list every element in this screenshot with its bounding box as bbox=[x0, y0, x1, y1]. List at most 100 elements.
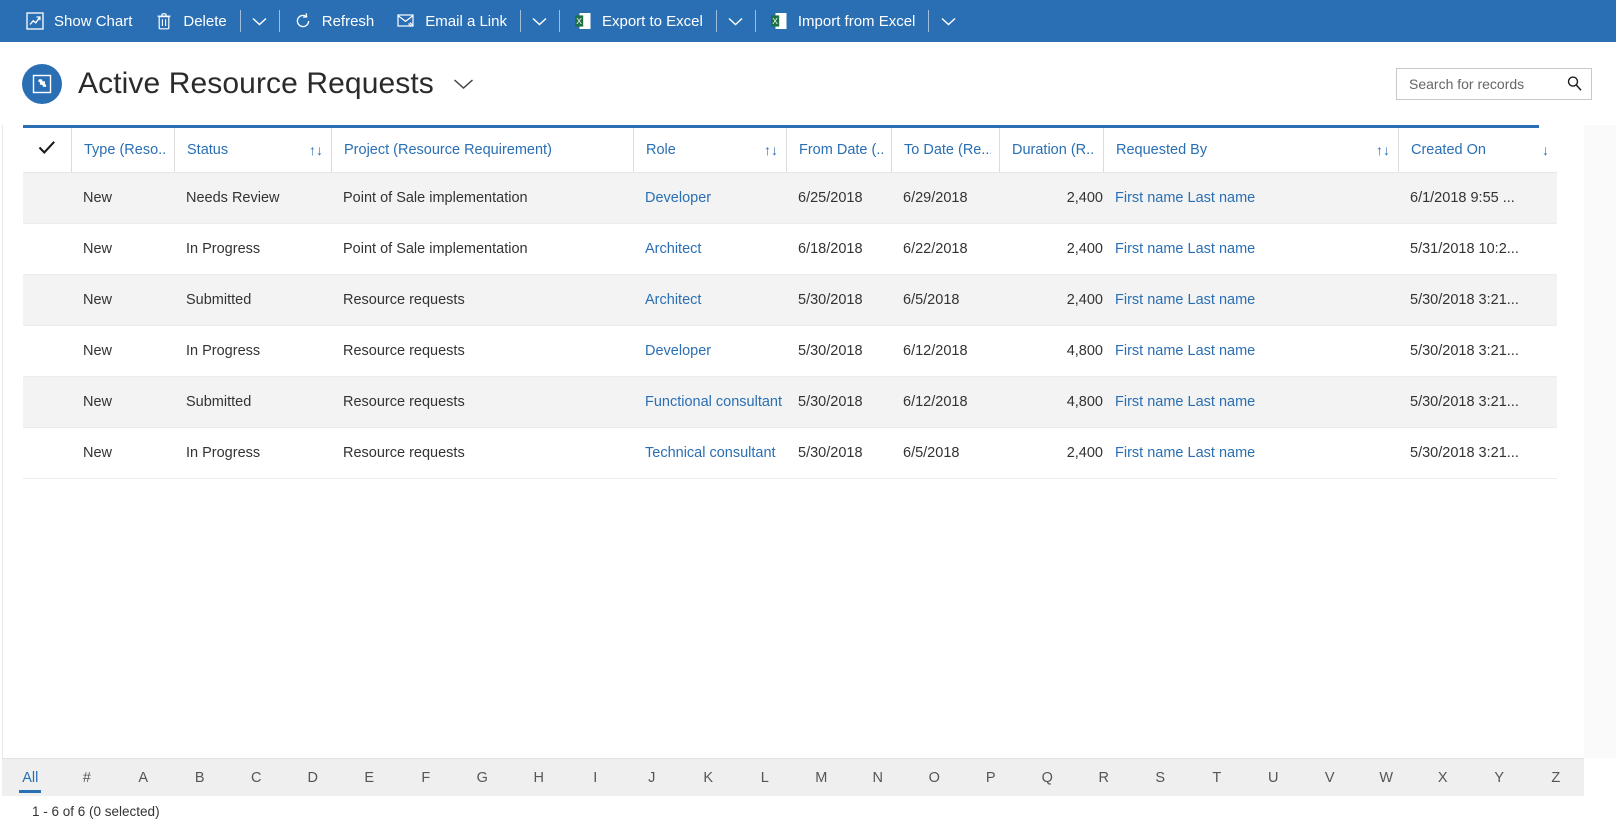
alpha-filter-j[interactable]: J bbox=[624, 768, 681, 788]
alpha-filter-s[interactable]: S bbox=[1132, 768, 1189, 788]
column-header-to-date-re[interactable]: To Date (Re... bbox=[891, 128, 999, 173]
alpha-filter-u[interactable]: U bbox=[1245, 768, 1302, 788]
table-row[interactable]: NewIn ProgressResource requestsTechnical… bbox=[23, 428, 1557, 479]
excel-import-icon: X bbox=[769, 11, 789, 31]
table-row[interactable]: NewIn ProgressResource requestsDeveloper… bbox=[23, 326, 1557, 377]
column-header-role[interactable]: Role↑↓ bbox=[633, 128, 786, 173]
sort-toggle-icon[interactable]: ↑↓ bbox=[758, 143, 778, 157]
alpha-filter-x[interactable]: X bbox=[1415, 768, 1472, 788]
refresh-icon bbox=[293, 11, 313, 31]
alpha-filter-c[interactable]: C bbox=[228, 768, 285, 788]
import-from-excel-more-caret[interactable] bbox=[931, 0, 965, 42]
alpha-filter-o[interactable]: O bbox=[906, 768, 963, 788]
role-link[interactable]: Architect bbox=[645, 241, 701, 257]
alpha-filter-l[interactable]: L bbox=[737, 768, 794, 788]
column-header-from-date[interactable]: From Date (... bbox=[786, 128, 891, 173]
alpha-filter-all[interactable]: All bbox=[2, 768, 59, 788]
refresh-button[interactable]: Refresh bbox=[282, 0, 386, 42]
column-header-created-on[interactable]: Created On ↓ bbox=[1398, 128, 1557, 173]
alpha-filter-f[interactable]: F bbox=[398, 768, 455, 788]
cell-duration: 2,400 bbox=[999, 224, 1103, 275]
sort-toggle-icon[interactable]: ↑↓ bbox=[303, 143, 323, 157]
alpha-filter-y[interactable]: Y bbox=[1471, 768, 1528, 788]
role-link[interactable]: Developer bbox=[645, 190, 711, 206]
cell-role: Developer bbox=[633, 173, 786, 224]
search-icon[interactable] bbox=[1566, 75, 1583, 92]
alpha-filter-e[interactable]: E bbox=[341, 768, 398, 788]
alpha-filter-t[interactable]: T bbox=[1189, 768, 1246, 788]
row-select-cell[interactable] bbox=[23, 275, 71, 326]
select-all-header[interactable] bbox=[23, 128, 71, 173]
cell-type: New bbox=[71, 428, 174, 479]
row-select-cell[interactable] bbox=[23, 173, 71, 224]
requested-by-link[interactable]: First name Last name bbox=[1115, 190, 1255, 206]
export-to-excel-button[interactable]: X Export to Excel bbox=[562, 0, 714, 42]
alpha-filter-r[interactable]: R bbox=[1076, 768, 1133, 788]
alpha-filter-label: I bbox=[593, 770, 597, 786]
role-link[interactable]: Developer bbox=[645, 343, 711, 359]
column-header-project-resource-requirement[interactable]: Project (Resource Requirement) bbox=[331, 128, 633, 173]
column-header-duration-r[interactable]: Duration (R... bbox=[999, 128, 1103, 173]
cell-requested-by: First name Last name bbox=[1103, 326, 1398, 377]
command-separator bbox=[279, 10, 280, 32]
cell-to-date: 6/5/2018 bbox=[891, 428, 999, 479]
table-row[interactable]: NewIn ProgressPoint of Sale implementati… bbox=[23, 224, 1557, 275]
search-box[interactable] bbox=[1396, 68, 1592, 100]
table-row[interactable]: NewSubmittedResource requestsFunctional … bbox=[23, 377, 1557, 428]
column-header-label: Created On bbox=[1411, 142, 1486, 158]
column-header-type-reso[interactable]: Type (Reso... bbox=[71, 128, 174, 173]
alpha-filter-m[interactable]: M bbox=[793, 768, 850, 788]
alpha-filter-v[interactable]: V bbox=[1302, 768, 1359, 788]
row-select-cell[interactable] bbox=[23, 377, 71, 428]
alpha-filter-a[interactable]: A bbox=[115, 768, 172, 788]
alpha-filter-hash[interactable]: # bbox=[59, 768, 116, 788]
export-to-excel-more-caret[interactable] bbox=[719, 0, 753, 42]
table-row[interactable]: NewNeeds ReviewPoint of Sale implementat… bbox=[23, 173, 1557, 224]
requested-by-link[interactable]: First name Last name bbox=[1115, 343, 1255, 359]
cell-created-on: 6/1/2018 9:55 ... bbox=[1398, 173, 1557, 224]
alpha-filter-h[interactable]: H bbox=[511, 768, 568, 788]
requested-by-link[interactable]: First name Last name bbox=[1115, 292, 1255, 308]
row-select-cell[interactable] bbox=[23, 224, 71, 275]
requested-by-link[interactable]: First name Last name bbox=[1115, 241, 1255, 257]
alpha-filter-g[interactable]: G bbox=[454, 768, 511, 788]
alpha-filter-label: O bbox=[929, 770, 940, 786]
column-header-requested-by[interactable]: Requested By↑↓ bbox=[1103, 128, 1398, 173]
sort-desc-icon[interactable]: ↓ bbox=[1536, 143, 1549, 157]
table-row[interactable]: NewSubmittedResource requestsArchitect5/… bbox=[23, 275, 1557, 326]
delete-button[interactable]: Delete bbox=[143, 0, 237, 42]
import-from-excel-label: Import from Excel bbox=[798, 14, 916, 29]
requested-by-link[interactable]: First name Last name bbox=[1115, 394, 1255, 410]
alpha-filter-b[interactable]: B bbox=[172, 768, 229, 788]
role-link[interactable]: Functional consultant bbox=[645, 394, 782, 410]
alpha-filter-n[interactable]: N bbox=[850, 768, 907, 788]
cell-type: New bbox=[71, 173, 174, 224]
row-select-cell[interactable] bbox=[23, 428, 71, 479]
alpha-filter-w[interactable]: W bbox=[1358, 768, 1415, 788]
email-a-link-button[interactable]: Email a Link bbox=[385, 0, 518, 42]
cell-from-date: 5/30/2018 bbox=[786, 428, 891, 479]
role-link[interactable]: Architect bbox=[645, 292, 701, 308]
show-chart-button[interactable]: Show Chart bbox=[14, 0, 143, 42]
import-from-excel-button[interactable]: X Import from Excel bbox=[758, 0, 927, 42]
alpha-filter-d[interactable]: D bbox=[285, 768, 342, 788]
role-link[interactable]: Technical consultant bbox=[645, 445, 776, 461]
chevron-down-icon[interactable] bbox=[453, 78, 474, 90]
column-header-status[interactable]: Status↑↓ bbox=[174, 128, 331, 173]
alpha-filter-label: P bbox=[986, 770, 996, 786]
row-select-cell[interactable] bbox=[23, 326, 71, 377]
checkmark-icon[interactable] bbox=[38, 140, 56, 160]
alpha-filter-p[interactable]: P bbox=[963, 768, 1020, 788]
alpha-filter-k[interactable]: K bbox=[680, 768, 737, 788]
alpha-filter-z[interactable]: Z bbox=[1528, 768, 1585, 788]
search-input[interactable] bbox=[1407, 75, 1566, 93]
alpha-filter-label: E bbox=[364, 770, 374, 786]
cell-to-date: 6/22/2018 bbox=[891, 224, 999, 275]
email-a-link-more-caret[interactable] bbox=[523, 0, 557, 42]
email-a-link-label: Email a Link bbox=[425, 14, 507, 29]
requested-by-link[interactable]: First name Last name bbox=[1115, 445, 1255, 461]
delete-more-caret[interactable] bbox=[243, 0, 277, 42]
alpha-filter-q[interactable]: Q bbox=[1019, 768, 1076, 788]
sort-toggle-icon[interactable]: ↑↓ bbox=[1370, 143, 1390, 157]
alpha-filter-i[interactable]: I bbox=[567, 768, 624, 788]
